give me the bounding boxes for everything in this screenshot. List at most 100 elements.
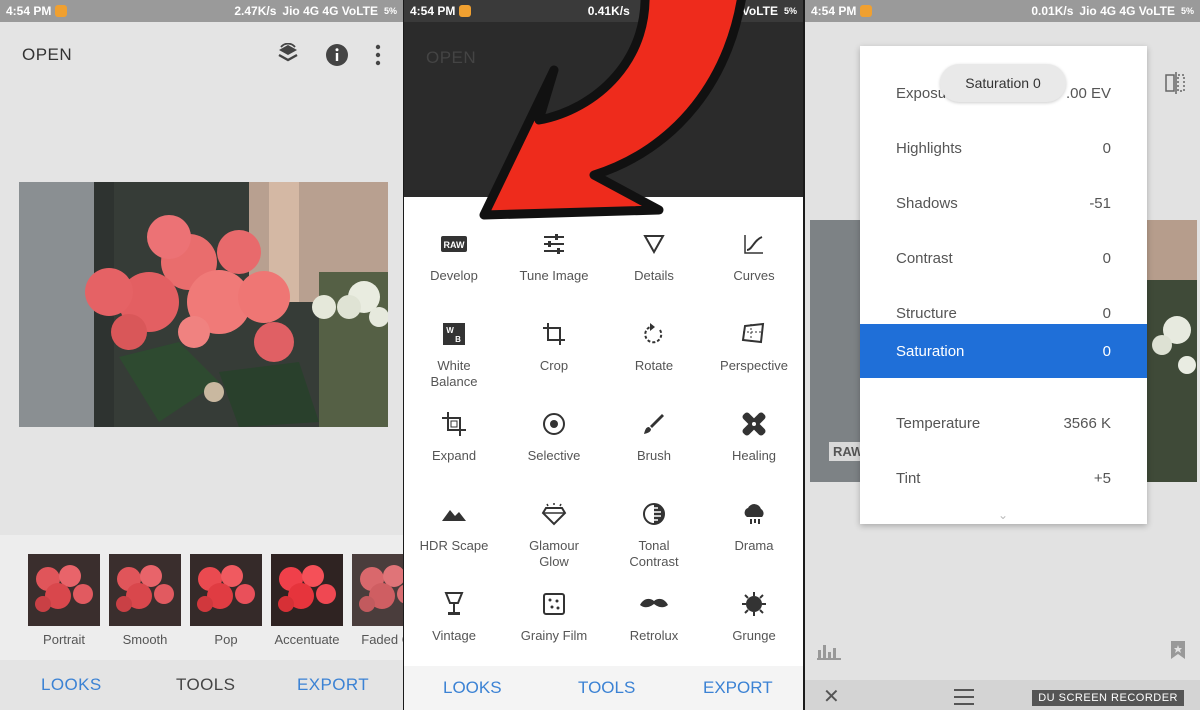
tab-tools[interactable]: TOOLS	[578, 678, 635, 698]
bottom-tabs: LOOKS TOOLS EXPORT	[404, 666, 803, 710]
tool-glamour-glow[interactable]: Glamour Glow	[504, 498, 604, 570]
tool-grainy-film[interactable]: Grainy Film	[504, 588, 604, 644]
open-button[interactable]: OPEN	[22, 45, 72, 65]
raw-icon: RAW	[404, 228, 504, 260]
look-smooth[interactable]: Smooth	[109, 554, 181, 647]
battery-level: 5%	[1180, 6, 1194, 16]
look-thumbnail	[28, 554, 100, 626]
layers-icon[interactable]	[277, 43, 299, 67]
look-thumbnail	[352, 554, 403, 626]
tool-hdr-scape[interactable]: HDR Scape	[404, 498, 504, 554]
tool-tune-image[interactable]: Tune Image	[504, 228, 604, 284]
tool-label: Rotate	[634, 358, 674, 373]
tool-crop[interactable]: Crop	[504, 318, 604, 374]
look-faded-glow[interactable]: Faded Gl	[352, 554, 403, 647]
tonal-icon	[604, 498, 704, 530]
tool-develop[interactable]: RAW Develop	[404, 228, 504, 284]
tool-label: Curves	[733, 268, 775, 283]
tab-looks[interactable]: LOOKS	[443, 678, 502, 698]
tool-white-balance[interactable]: WB White Balance	[404, 318, 504, 390]
brush-icon	[604, 408, 704, 440]
tool-grunge[interactable]: Grunge	[704, 588, 803, 644]
look-thumbnail	[271, 554, 343, 626]
curves-icon	[704, 228, 803, 260]
menu-item-value: .00 EV	[1065, 84, 1111, 102]
mountain-icon	[404, 498, 504, 530]
info-icon[interactable]	[325, 43, 349, 67]
tune-image-screen: 4:54 PM 0.01K/s Jio 4G 4G VoLTE 5% RAW E…	[805, 0, 1200, 710]
look-thumbnail	[109, 554, 181, 626]
tab-export[interactable]: EXPORT	[703, 678, 773, 698]
bookmark-icon[interactable]	[1170, 640, 1186, 665]
perspective-icon	[704, 318, 803, 350]
tool-healing[interactable]: Healing	[704, 408, 803, 464]
svg-text:RAW: RAW	[444, 240, 466, 250]
sliders-icon[interactable]	[953, 686, 975, 710]
expand-icon	[404, 408, 504, 440]
menu-item-label: Structure	[896, 304, 957, 322]
menu-item-value: -51	[1089, 194, 1111, 212]
looks-screen: 4:54 PM 2.47K/s Jio 4G 4G VoLTE 5% OPEN	[0, 0, 403, 710]
menu-item-highlights[interactable]: Highlights 0	[860, 121, 1147, 175]
look-accentuate[interactable]: Accentuate	[271, 554, 343, 647]
more-vert-icon[interactable]	[375, 44, 381, 66]
look-pop[interactable]: Pop	[190, 554, 262, 647]
tool-details[interactable]: Details	[604, 228, 704, 284]
top-bar: OPEN	[0, 22, 403, 88]
look-thumbnail	[190, 554, 262, 626]
svg-text:W: W	[446, 326, 454, 335]
tab-looks[interactable]: LOOKS	[41, 675, 102, 695]
tool-label: Develop	[430, 268, 478, 283]
tool-retrolux[interactable]: Retrolux	[604, 588, 704, 644]
healing-icon	[704, 408, 803, 440]
tab-tools[interactable]: TOOLS	[176, 675, 235, 695]
menu-item-value: +5	[1093, 469, 1111, 487]
tool-perspective[interactable]: Perspective	[704, 318, 803, 374]
triangle-icon	[604, 228, 704, 260]
tool-label: Expand	[431, 448, 477, 463]
compare-icon[interactable]	[1164, 72, 1186, 99]
look-label: Smooth	[122, 632, 168, 647]
diamond-icon	[504, 498, 604, 530]
rotate-icon	[604, 318, 704, 350]
notification-icon	[55, 5, 68, 17]
tab-export[interactable]: EXPORT	[297, 675, 369, 695]
tool-label: Brush	[637, 448, 671, 463]
carrier-label: Jio 4G 4G VoLTE	[1079, 4, 1175, 18]
tool-vintage[interactable]: Vintage	[404, 588, 504, 644]
menu-item-label: Saturation	[896, 342, 965, 360]
menu-item-value: 0	[1102, 342, 1111, 360]
tool-rotate[interactable]: Rotate	[604, 318, 704, 374]
looks-strip: Portrait Smooth Pop Accentuate Faded Gl	[0, 535, 403, 660]
bottom-tabs: LOOKS TOOLS EXPORT	[0, 660, 403, 710]
menu-item-temperature[interactable]: Temperature 3566 K	[860, 396, 1147, 450]
tool-label: Drama	[734, 538, 774, 553]
tool-label: Grainy Film	[520, 628, 588, 643]
tool-label: Details	[634, 268, 674, 283]
look-label: Faded Gl	[361, 632, 403, 647]
menu-item-shadows[interactable]: Shadows -51	[860, 176, 1147, 230]
tool-label: White Balance	[430, 358, 478, 389]
network-speed: 2.47K/s	[234, 4, 277, 18]
tool-label: Retrolux	[629, 628, 679, 643]
menu-item-contrast[interactable]: Contrast 0	[860, 231, 1147, 285]
close-icon[interactable]: ✕	[823, 684, 840, 709]
tool-brush[interactable]: Brush	[604, 408, 704, 464]
tool-expand[interactable]: Expand	[404, 408, 504, 464]
menu-item-value: 0	[1102, 304, 1111, 322]
status-time: 4:54 PM	[811, 4, 857, 18]
tool-selective[interactable]: Selective	[504, 408, 604, 464]
photo-canvas[interactable]	[19, 182, 388, 427]
look-portrait[interactable]: Portrait	[28, 554, 100, 647]
histogram-icon[interactable]	[817, 642, 841, 665]
menu-item-label: Shadows	[896, 194, 958, 212]
status-time: 4:54 PM	[6, 4, 52, 18]
tool-curves[interactable]: Curves	[704, 228, 803, 284]
menu-item-saturation[interactable]: Saturation 0	[860, 324, 1147, 378]
tool-drama[interactable]: Drama	[704, 498, 803, 554]
tool-tonal-contrast[interactable]: Tonal Contrast	[604, 498, 704, 570]
menu-item-value: 0	[1102, 249, 1111, 267]
selective-icon	[504, 408, 604, 440]
menu-item-tint[interactable]: Tint +5	[860, 451, 1147, 505]
look-label: Pop	[214, 632, 238, 647]
